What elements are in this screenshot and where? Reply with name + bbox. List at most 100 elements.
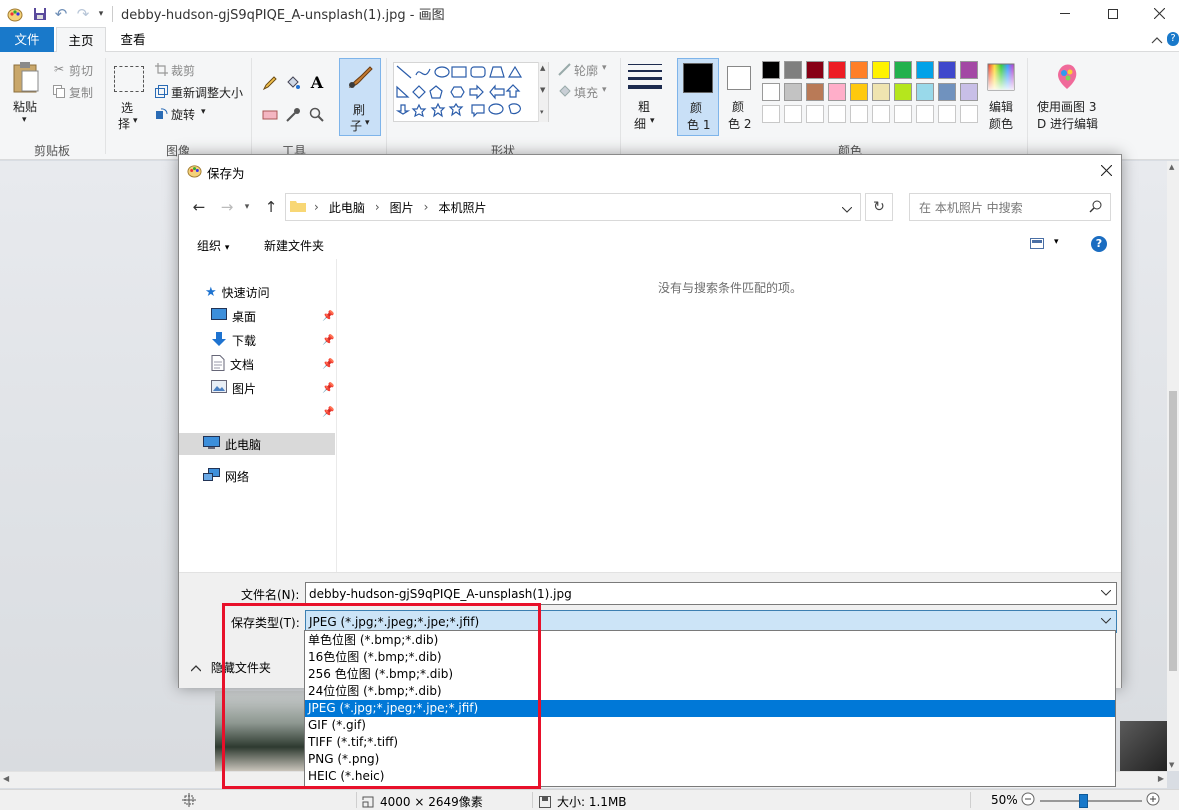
size-label-1[interactable]: 粗 xyxy=(638,98,650,115)
redo-icon[interactable]: ↷ xyxy=(72,0,94,27)
edit-colors-label-1[interactable]: 编辑 xyxy=(989,98,1013,115)
text-tool-icon[interactable]: A xyxy=(308,72,326,92)
address-bar[interactable]: › 此电脑 › 图片 › 本机照片 xyxy=(285,193,861,221)
outline-dropdown-icon[interactable]: ▾ xyxy=(602,63,607,73)
palette-custom-swatch[interactable] xyxy=(916,105,934,123)
tab-home[interactable]: 主页 xyxy=(56,27,106,53)
search-icon[interactable] xyxy=(1089,200,1102,216)
palette-swatch[interactable] xyxy=(850,83,868,101)
collapse-ribbon-icon[interactable] xyxy=(1151,33,1165,47)
zoom-slider[interactable] xyxy=(1040,794,1142,808)
edit-colors-label-2[interactable]: 颜色 xyxy=(989,115,1013,132)
pin-icon[interactable]: 📌 xyxy=(322,407,334,418)
palette-custom-swatch[interactable] xyxy=(784,105,802,123)
size-label-2[interactable]: 细 xyxy=(634,115,646,132)
brushes-button[interactable]: 刷 子 ▾ xyxy=(339,58,381,136)
save-icon[interactable] xyxy=(30,0,50,27)
paint-app-icon[interactable] xyxy=(0,0,30,27)
nav-documents[interactable]: 文档 📌 xyxy=(179,353,335,375)
shapes-scroll[interactable]: ▲ ▼ ▾ xyxy=(538,62,548,122)
palette-swatch[interactable] xyxy=(784,83,802,101)
palette-custom-swatch[interactable] xyxy=(960,105,978,123)
fill-dropdown-icon[interactable]: ▾ xyxy=(602,85,607,95)
palette-custom-swatch[interactable] xyxy=(894,105,912,123)
paint3d-icon[interactable] xyxy=(1052,62,1082,92)
edit-colors-icon[interactable] xyxy=(986,62,1016,92)
palette-swatch[interactable] xyxy=(872,61,890,79)
palette-swatch[interactable] xyxy=(916,83,934,101)
minimize-button[interactable] xyxy=(1042,0,1088,27)
palette-swatch[interactable] xyxy=(806,61,824,79)
fill-bucket-icon[interactable] xyxy=(284,74,302,92)
filename-input[interactable]: debby-hudson-gjS9qPIQE_A-unsplash(1).jpg xyxy=(305,582,1117,605)
filetype-dropdown-icon[interactable] xyxy=(1100,616,1112,627)
palette-swatch[interactable] xyxy=(960,61,978,79)
copy-button[interactable]: 复制 xyxy=(69,84,93,101)
tab-view[interactable]: 查看 xyxy=(108,27,158,52)
pencil-icon[interactable] xyxy=(261,74,279,92)
palette-swatch[interactable] xyxy=(828,83,846,101)
fill-button[interactable]: 填充 xyxy=(574,84,598,101)
palette-custom-swatch[interactable] xyxy=(850,105,868,123)
palette-swatch[interactable] xyxy=(960,83,978,101)
palette-swatch[interactable] xyxy=(762,61,780,79)
resize-button[interactable]: 重新调整大小 xyxy=(171,84,243,101)
breadcrumb-camera-roll[interactable]: 本机照片 xyxy=(438,199,486,216)
select-label-2[interactable]: 择 xyxy=(118,115,130,132)
size-dropdown-icon[interactable]: ▾ xyxy=(650,116,655,126)
paste-dropdown-icon[interactable]: ▾ xyxy=(22,115,27,125)
scroll-left-icon[interactable]: ◀ xyxy=(3,774,9,783)
recent-locations-icon[interactable]: ▾ xyxy=(237,197,257,217)
pin-icon[interactable]: 📌 xyxy=(322,359,334,370)
scroll-right-icon[interactable]: ▶ xyxy=(1158,774,1164,783)
nav-pictures[interactable]: 图片 📌 xyxy=(179,377,335,399)
dialog-close-button[interactable] xyxy=(1091,155,1121,185)
magnifier-icon[interactable] xyxy=(308,106,326,124)
maximize-button[interactable] xyxy=(1090,0,1136,27)
nav-this-pc[interactable]: 此电脑 xyxy=(179,433,335,455)
zoom-out-button[interactable] xyxy=(1021,792,1035,806)
nav-network[interactable]: 网络 xyxy=(179,465,335,487)
nav-unnamed-pinned[interactable]: 📌 xyxy=(179,401,335,423)
refresh-button[interactable]: ↻ xyxy=(865,193,893,221)
help-icon[interactable]: ? xyxy=(1167,32,1179,46)
scroll-down-icon[interactable]: ▼ xyxy=(1169,761,1174,769)
breadcrumb-pictures[interactable]: 图片 xyxy=(390,199,414,216)
color1-button[interactable]: 颜 色 1 xyxy=(677,58,719,136)
file-list[interactable]: 没有与搜索条件匹配的项。 xyxy=(339,259,1121,572)
palette-swatch[interactable] xyxy=(762,83,780,101)
rotate-dropdown-icon[interactable]: ▾ xyxy=(201,107,206,117)
paste-icon[interactable] xyxy=(10,60,42,94)
eraser-icon[interactable] xyxy=(261,106,279,124)
palette-swatch[interactable] xyxy=(784,61,802,79)
pin-icon[interactable]: 📌 xyxy=(322,311,334,322)
rotate-button[interactable]: 旋转 xyxy=(171,106,195,123)
palette-swatch[interactable] xyxy=(872,83,890,101)
vertical-scroll-thumb[interactable] xyxy=(1169,391,1177,671)
palette-custom-swatch[interactable] xyxy=(872,105,890,123)
size-icon[interactable] xyxy=(628,62,662,92)
zoom-in-button[interactable] xyxy=(1146,792,1160,806)
select-label-1[interactable]: 选 xyxy=(121,99,133,116)
color2-button[interactable]: 颜 色 2 xyxy=(719,58,761,136)
help-icon[interactable]: ? xyxy=(1091,236,1107,252)
palette-custom-swatch[interactable] xyxy=(828,105,846,123)
palette-custom-swatch[interactable] xyxy=(938,105,956,123)
select-dropdown-icon[interactable]: ▾ xyxy=(133,116,138,126)
cut-button[interactable]: 剪切 xyxy=(69,62,93,79)
palette-swatch[interactable] xyxy=(894,61,912,79)
filename-dropdown-icon[interactable] xyxy=(1100,588,1112,599)
pin-icon[interactable]: 📌 xyxy=(322,383,334,394)
nav-quick-access[interactable]: ★ 快速访问 xyxy=(179,281,335,303)
palette-swatch[interactable] xyxy=(894,83,912,101)
scroll-up-icon[interactable]: ▲ xyxy=(1169,163,1174,171)
palette-swatch[interactable] xyxy=(938,83,956,101)
forward-button[interactable]: → xyxy=(217,197,237,217)
palette-swatch[interactable] xyxy=(828,61,846,79)
palette-swatch[interactable] xyxy=(806,83,824,101)
nav-downloads[interactable]: 下载 📌 xyxy=(179,329,335,351)
shapes-gallery[interactable] xyxy=(393,62,549,122)
palette-swatch[interactable] xyxy=(916,61,934,79)
pin-icon[interactable]: 📌 xyxy=(322,335,334,346)
undo-icon[interactable]: ↶ xyxy=(50,0,72,27)
